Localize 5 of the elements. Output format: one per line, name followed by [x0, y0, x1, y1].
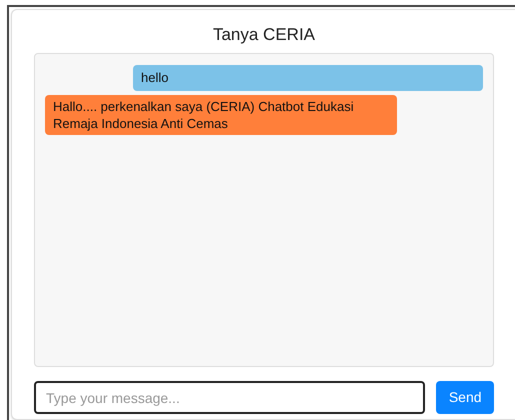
send-button[interactable]: Send	[436, 381, 494, 414]
bot-message: Hallo.... perkenalkan saya (CERIA) Chatbot Edukasi Remaja Indonesia Anti Cemas	[45, 94, 397, 134]
message-input[interactable]: Type your message...	[34, 381, 426, 414]
chat-title: Tanya CERIA	[212, 24, 316, 46]
user-message: hello	[133, 65, 483, 90]
